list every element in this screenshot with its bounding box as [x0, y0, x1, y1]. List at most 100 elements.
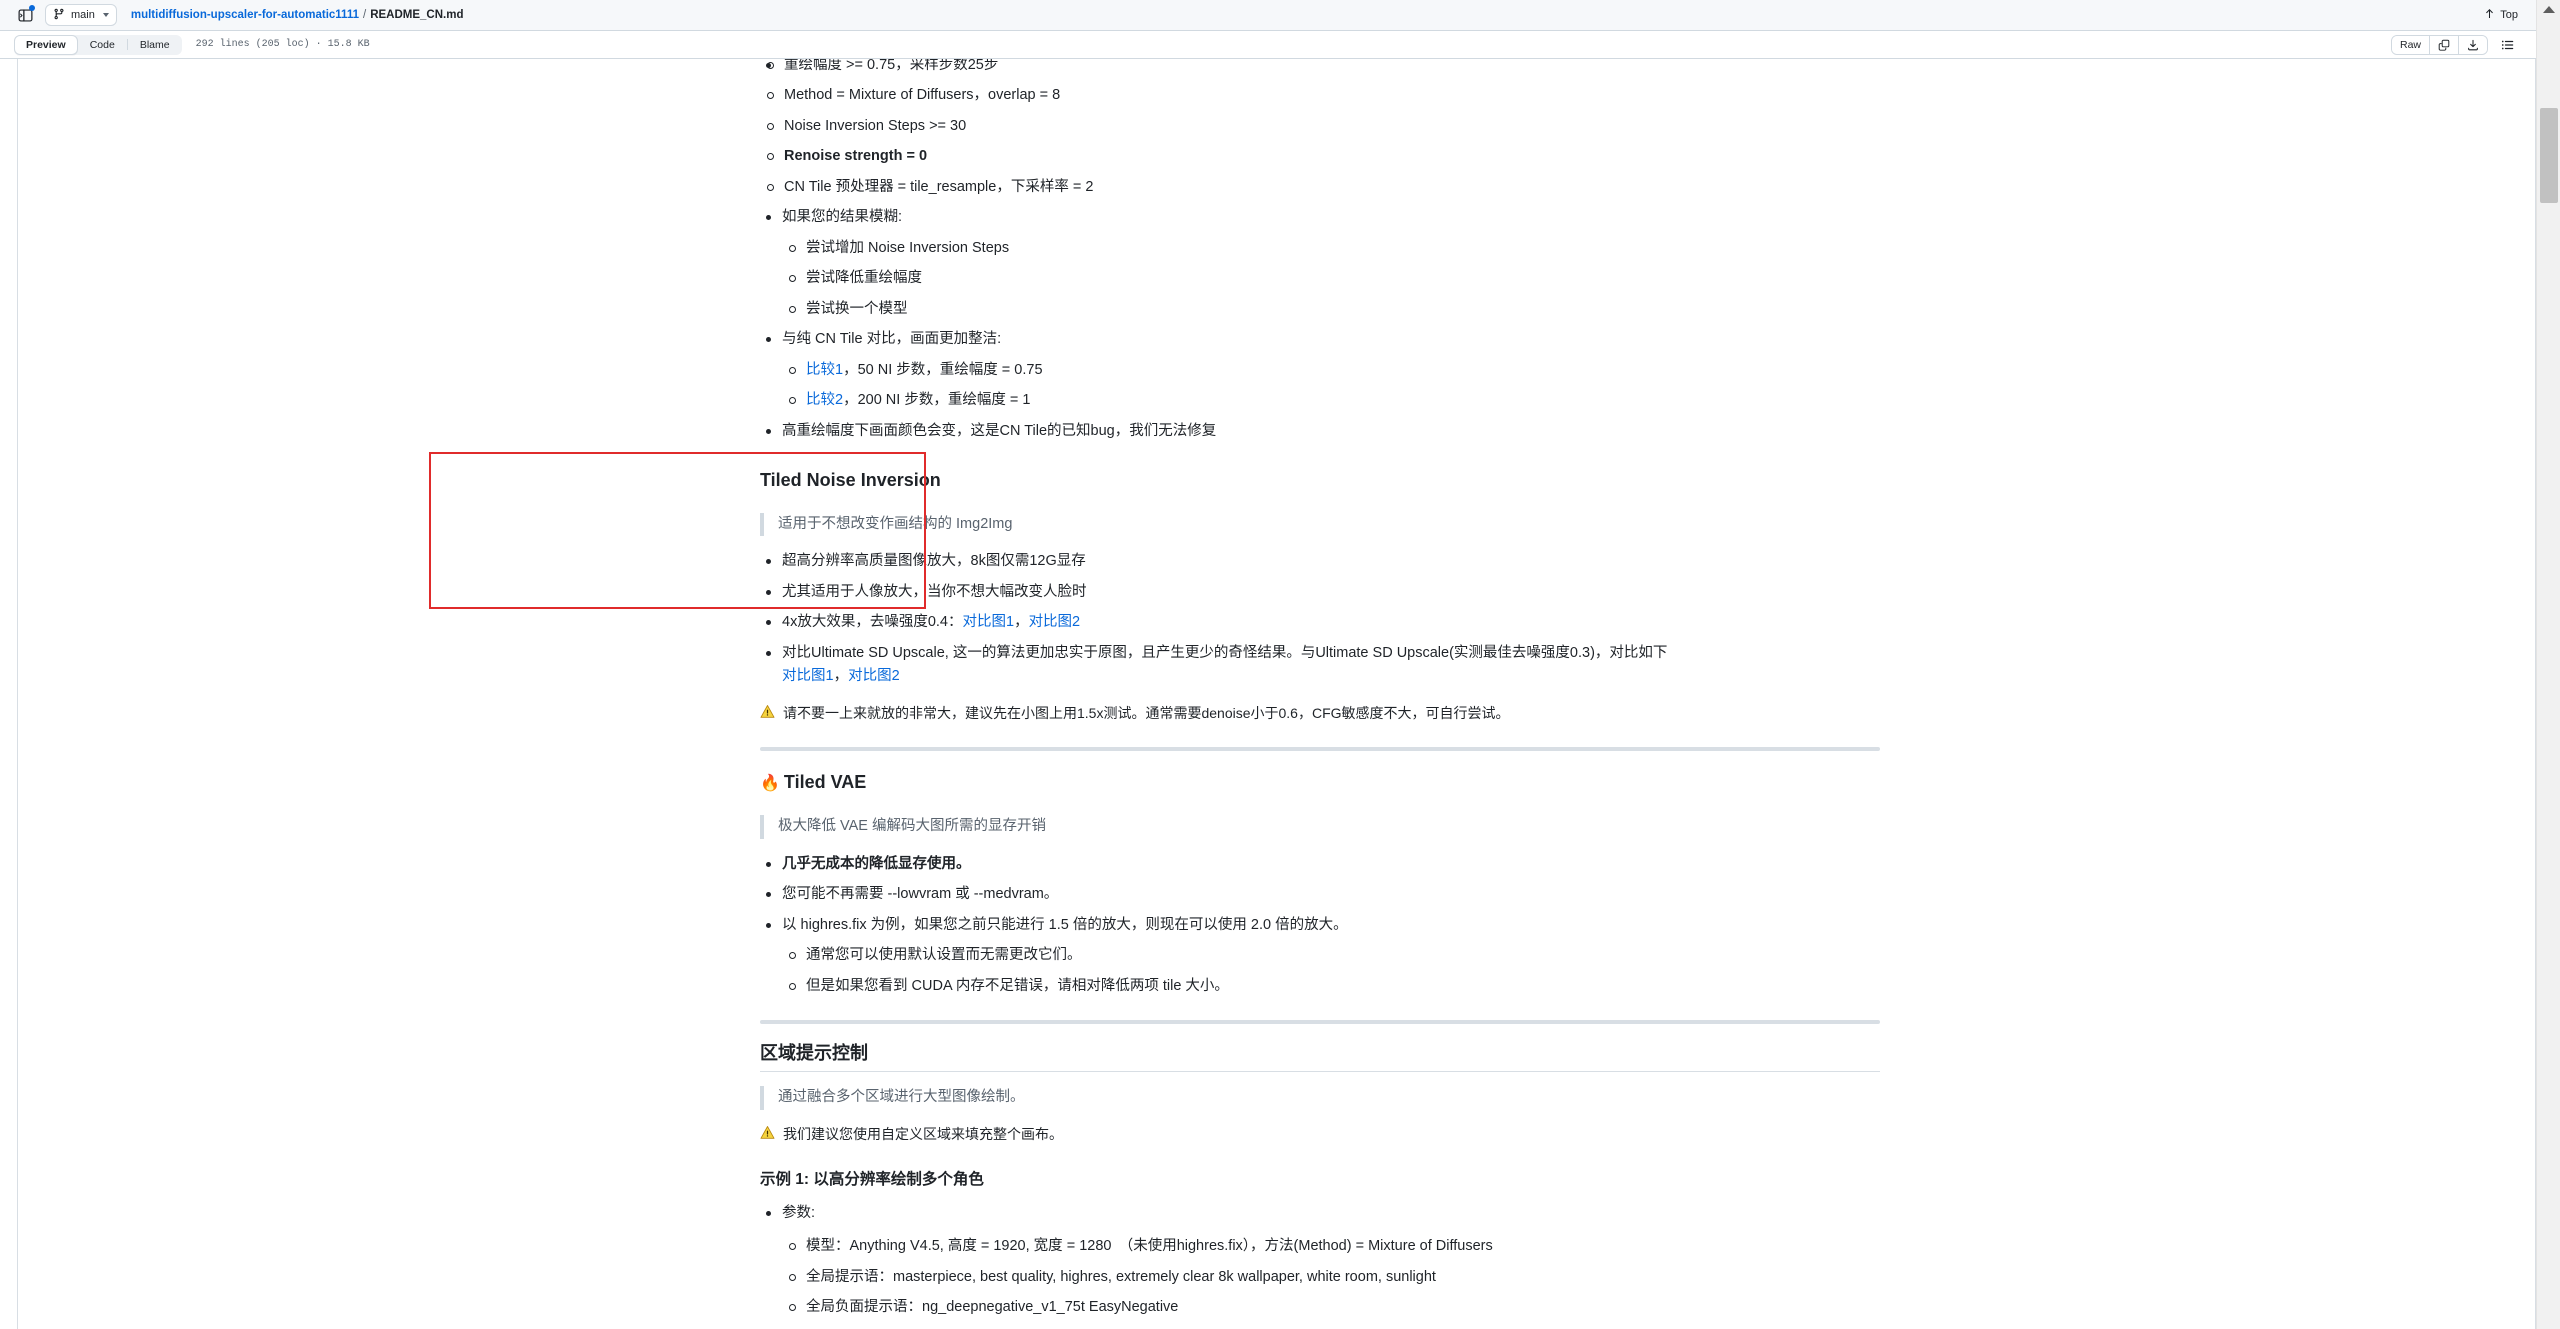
compare-1-text: ，50 NI 步数，重绘幅度 = 0.75	[843, 361, 1043, 378]
heading-example-1: 示例 1: 以高分辨率绘制多个角色	[760, 1170, 984, 1188]
list-item: 几乎无成本的降低显存使用。	[760, 853, 1880, 876]
list-item: 尝试换一个模型	[782, 298, 1880, 321]
scrollbar-thumb[interactable]	[2540, 108, 2558, 203]
tab-blame[interactable]: Blame	[128, 35, 182, 55]
heading-region-prompt-control: 区域提示控制	[760, 1042, 1880, 1073]
breadcrumb-repo-link[interactable]: multidiffusion-upscaler-for-automatic111…	[131, 9, 359, 21]
divider-before-tiled-vae	[760, 747, 1880, 752]
list-item: 比较1，50 NI 步数，重绘幅度 = 0.75	[782, 359, 1880, 382]
breadcrumb-file-name: README_CN.md	[370, 9, 464, 21]
divider-after-tiled-vae	[760, 1019, 1880, 1024]
toolbar-actions: Raw	[2390, 34, 2518, 55]
region-warning: 我们建议您使用自定义区域来填充整个画布。	[760, 1124, 1880, 1147]
list-item: 但是如果您看到 CUDA 内存不足错误，请相对降低两项 tile 大小。	[782, 975, 1880, 998]
tni-usdu-text: 对比Ultimate SD Upscale, 这一的算法更加忠实于原图，且产生更…	[782, 644, 1668, 661]
markdown-preview-body: 重绘幅度 >= 0.75，采样步数25步 Method = Mixture of…	[18, 59, 2535, 1329]
list-item-label: 与纯 CN Tile 对比，画面更加整洁:	[782, 331, 1002, 348]
list-item: 4x放大效果，去噪强度0.4：对比图1，对比图2	[760, 611, 1880, 634]
branch-name-label: main	[71, 9, 95, 21]
list-item: 高重绘幅度下画面颜色会变，这是CN Tile的已知bug，我们无法修复	[760, 420, 1880, 443]
list-item: 以 highres.fix 为例，如果您之前只能进行 1.5 倍的放大，则现在可…	[760, 914, 1880, 998]
tab-preview[interactable]: Preview	[14, 34, 78, 55]
list-item: 重绘幅度 >= 0.75，采样步数25步	[760, 59, 1880, 77]
top-link-label: Top	[2500, 9, 2518, 21]
tni-usdu-comma: ，	[833, 668, 849, 685]
tni-warning-text: 请不要一上来就放的非常大，建议先在小图上用1.5x测试。通常需要denoise小…	[783, 704, 1510, 721]
quote-tiled-noise-inversion: 适用于不想改变作画结构的 Img2Img	[760, 512, 1880, 537]
list-item: 对比Ultimate SD Upscale, 这一的算法更加忠实于原图，且产生更…	[760, 642, 1880, 689]
tni-compare-2-link[interactable]: 对比图2	[1029, 614, 1081, 630]
list-item: 超高分辨率高质量图像放大，8k图仅需12G显存	[760, 550, 1880, 573]
list-item: 尝试增加 Noise Inversion Steps	[782, 237, 1880, 260]
compare-1-link[interactable]: 比较1	[806, 362, 843, 378]
scroll-to-top-link[interactable]: Top	[2484, 8, 2518, 22]
tni-list: 超高分辨率高质量图像放大，8k图仅需12G显存 尤其适用于人像放大，当你不想大幅…	[760, 550, 1880, 688]
list-item: Renoise strength = 0	[760, 145, 1880, 168]
list-item: CN Tile 预处理器 = tile_resample，下采样率 = 2	[760, 176, 1880, 199]
top-list-wrapper: 重绘幅度 >= 0.75，采样步数25步 Method = Mixture of…	[760, 59, 1880, 199]
list-item: 您可能不再需要 --lowvram 或 --medvram。	[760, 883, 1880, 906]
copy-icon[interactable]	[2430, 35, 2459, 54]
list-item-label: 以 highres.fix 为例，如果您之前只能进行 1.5 倍的放大，则现在可…	[782, 916, 1348, 933]
breadcrumb-separator: /	[362, 9, 367, 21]
warning-icon	[760, 704, 775, 726]
blur-sub-list: 尝试增加 Noise Inversion Steps 尝试降低重绘幅度 尝试换一…	[782, 237, 1880, 321]
list-item: 参数: 模型：Anything V4.5, 高度 = 1920, 宽度 = 12…	[760, 1202, 1880, 1320]
tiled-vae-list: 几乎无成本的降低显存使用。 您可能不再需要 --lowvram 或 --medv…	[760, 853, 1880, 998]
breadcrumb: multidiffusion-upscaler-for-automatic111…	[131, 9, 2484, 21]
download-icon[interactable]	[2459, 35, 2487, 54]
scroll-up-arrow-icon[interactable]	[2542, 6, 2555, 13]
view-mode-tabs: Preview Code Blame	[14, 34, 182, 55]
file-toolbar: Preview Code Blame 292 lines (205 loc) ·…	[0, 31, 2536, 59]
heading-tiled-vae-label: Tiled VAE	[783, 772, 867, 793]
compare-2-text: ，200 NI 步数，重绘幅度 = 1	[843, 392, 1031, 409]
arrow-up-icon	[2484, 8, 2495, 22]
tni-usdu-compare-2-link[interactable]: 对比图2	[848, 668, 900, 684]
tni-warning: 请不要一上来就放的非常大，建议先在小图上用1.5x测试。通常需要denoise小…	[760, 703, 1880, 726]
compare-sub-list: 比较1，50 NI 步数，重绘幅度 = 0.75 比较2，200 NI 步数，重…	[782, 359, 1880, 413]
git-branch-icon	[53, 8, 65, 23]
top-list: 重绘幅度 >= 0.75，采样步数25步 Method = Mixture of…	[760, 59, 1880, 199]
vertical-scrollbar[interactable]	[2536, 0, 2560, 1329]
list-item: 比较2，200 NI 步数，重绘幅度 = 1	[782, 389, 1880, 412]
list-item: 尤其适用于人像放大，当你不想大幅改变人脸时	[760, 581, 1880, 604]
list-item: 如果您的结果模糊: 尝试增加 Noise Inversion Steps 尝试降…	[760, 206, 1880, 321]
heading-tiled-noise-inversion: Tiled Noise Inversion	[760, 470, 941, 491]
tni-compare-1-link[interactable]: 对比图1	[962, 614, 1014, 630]
page-root: { "colors": { "accent_link": "#0969da", …	[0, 0, 2560, 1329]
list-item: 通常您可以使用默认设置而无需更改它们。	[782, 944, 1880, 967]
list-item: Method = Mixture of Diffusers，overlap = …	[760, 84, 1880, 107]
vae-sub-list: 通常您可以使用默认设置而无需更改它们。 但是如果您看到 CUDA 内存不足错误，…	[782, 944, 1880, 998]
compare-2-link[interactable]: 比较2	[806, 392, 843, 408]
chevron-down-icon	[102, 13, 109, 17]
list-item: Noise Inversion Steps >= 30	[760, 115, 1880, 138]
list-item: 与纯 CN Tile 对比，画面更加整洁: 比较1，50 NI 步数，重绘幅度 …	[760, 328, 1880, 412]
branch-selector[interactable]: main	[45, 4, 117, 26]
list-item: 模型：Anything V4.5, 高度 = 1920, 宽度 = 1280 （…	[782, 1235, 1880, 1258]
troubleshoot-list: 如果您的结果模糊: 尝试增加 Noise Inversion Steps 尝试降…	[760, 206, 1880, 443]
file-header: main multidiffusion-upscaler-for-automat…	[0, 0, 2536, 31]
tab-code[interactable]: Code	[78, 35, 127, 55]
example-params-sub-list: 模型：Anything V4.5, 高度 = 1920, 宽度 = 1280 （…	[782, 1235, 1880, 1319]
tni-4x-prefix: 4x放大效果，去噪强度0.4：	[782, 614, 963, 631]
file-meta-label: 292 lines (205 loc) · 15.8 KB	[195, 39, 370, 50]
list-item: 全局负面提示语：ng_deepnegative_v1_75t EasyNegat…	[782, 1296, 1880, 1319]
list-outline-icon[interactable]	[2498, 35, 2518, 55]
example-1-list: 参数: 模型：Anything V4.5, 高度 = 1920, 宽度 = 12…	[760, 1202, 1880, 1329]
quote-tiled-vae: 极大降低 VAE 编解码大图所需的显存开销	[760, 815, 1880, 839]
list-item: 尝试降低重绘幅度	[782, 267, 1880, 290]
heading-tiled-vae: 🔥 Tiled VAE	[760, 771, 1880, 801]
sidebar-expand-icon[interactable]	[14, 4, 36, 26]
list-item: 全局提示语：masterpiece, best quality, highres…	[782, 1266, 1880, 1289]
fire-icon: 🔥	[760, 775, 780, 793]
tni-usdu-compare-1-link[interactable]: 对比图1	[782, 668, 834, 684]
region-warning-text: 我们建议您使用自定义区域来填充整个画布。	[783, 1125, 1063, 1142]
top-sub-list: 重绘幅度 >= 0.75，采样步数25步 Method = Mixture of…	[760, 59, 1880, 199]
tni-comma: ，	[1014, 614, 1029, 631]
unread-indicator-dot	[29, 5, 35, 11]
markdown-content: 重绘幅度 >= 0.75，采样步数25步 Method = Mixture of…	[760, 59, 1880, 1329]
raw-button[interactable]: Raw	[2391, 35, 2430, 54]
list-item-label: 如果您的结果模糊:	[782, 209, 903, 226]
warning-icon	[760, 1125, 775, 1147]
raw-copy-download-group: Raw	[2390, 34, 2488, 55]
